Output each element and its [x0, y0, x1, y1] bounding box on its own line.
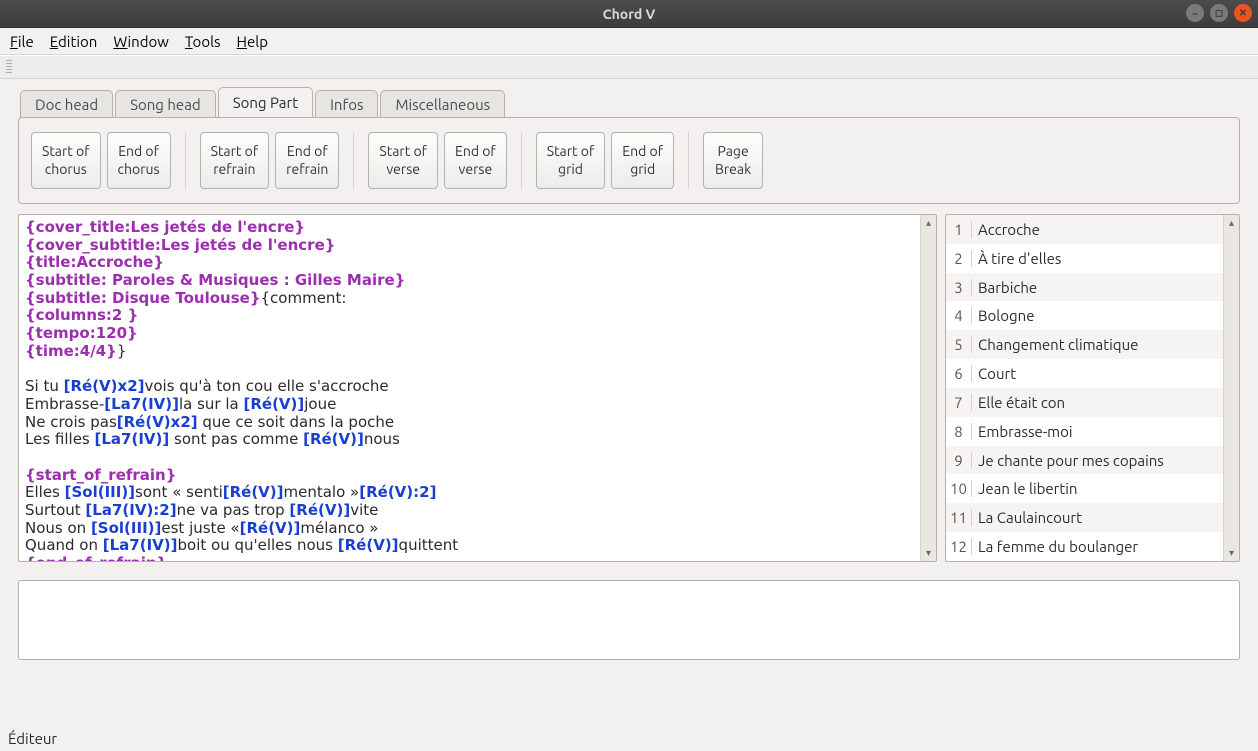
minimize-button[interactable]: – [1186, 4, 1204, 22]
menu-window[interactable]: Window [113, 33, 169, 50]
list-item[interactable]: 4Bologne [946, 301, 1223, 330]
editor-pane: {cover_title:Les jetés de l'encre} {cove… [18, 214, 937, 562]
list-item[interactable]: 11La Caulaincourt [946, 503, 1223, 532]
list-item[interactable]: 8Embrasse-moi [946, 417, 1223, 446]
end-of-refrain-button[interactable]: End of refrain [275, 132, 339, 189]
tab-miscellaneous[interactable]: Miscellaneous [380, 90, 505, 118]
page-break-button[interactable]: Page Break [703, 132, 763, 189]
list-item[interactable]: 10 Jean le libertin [946, 474, 1223, 503]
songlist-scrollbar[interactable]: ▴ ▾ [1223, 215, 1239, 561]
tab-doc-head[interactable]: Doc head [20, 90, 113, 118]
list-item[interactable]: 3Barbiche [946, 273, 1223, 302]
scroll-down-icon[interactable]: ▾ [1224, 545, 1239, 561]
list-item[interactable]: 1Accroche [946, 215, 1223, 244]
start-of-verse-button[interactable]: Start of verse [368, 132, 438, 189]
status-bar: Éditeur [0, 725, 1258, 751]
song-list[interactable]: 1Accroche 2À tire d'elles 3Barbiche 4Bol… [946, 215, 1223, 561]
tab-song-part[interactable]: Song Part [218, 87, 313, 117]
list-item[interactable]: 2À tire d'elles [946, 244, 1223, 273]
tabbar: Doc head Song head Song Part Infos Misce… [20, 89, 1240, 117]
end-of-chorus-button[interactable]: End of chorus [107, 132, 171, 189]
menu-file[interactable]: File [10, 33, 34, 50]
chordpro-editor[interactable]: {cover_title:Les jetés de l'encre} {cove… [19, 215, 920, 561]
close-button[interactable]: ✕ [1234, 4, 1252, 22]
editor-scrollbar[interactable]: ▴ ▾ [920, 215, 936, 561]
list-item[interactable]: 6Court [946, 359, 1223, 388]
window-titlebar: Chord V – ◻ ✕ [0, 0, 1258, 28]
tab-song-head[interactable]: Song head [115, 90, 216, 118]
tab-infos[interactable]: Infos [315, 90, 378, 118]
window-controls: – ◻ ✕ [1186, 4, 1252, 22]
start-of-grid-button[interactable]: Start of grid [536, 132, 606, 189]
scroll-down-icon[interactable]: ▾ [921, 545, 936, 561]
toolbar-strip [0, 55, 1258, 79]
menu-tools[interactable]: Tools [185, 33, 221, 50]
bottom-panel[interactable] [18, 580, 1240, 660]
start-of-refrain-button[interactable]: Start of refrain [200, 132, 270, 189]
end-of-grid-button[interactable]: End of grid [611, 132, 674, 189]
toolbar-handle-icon [6, 60, 12, 74]
window-title: Chord V [603, 6, 656, 22]
scroll-up-icon[interactable]: ▴ [1224, 215, 1239, 231]
status-text: Éditeur [8, 730, 57, 747]
end-of-verse-button[interactable]: End of verse [444, 132, 507, 189]
start-of-chorus-button[interactable]: Start of chorus [31, 132, 101, 189]
menubar: File Edition Window Tools Help [0, 28, 1258, 55]
list-item[interactable]: 9Je chante pour mes copains [946, 446, 1223, 475]
list-item[interactable]: 12La femme du boulanger [946, 532, 1223, 561]
maximize-button[interactable]: ◻ [1210, 4, 1228, 22]
menu-help[interactable]: Help [237, 33, 268, 50]
list-item[interactable]: 5Changement climatique [946, 330, 1223, 359]
menu-edition[interactable]: Edition [50, 33, 98, 50]
scroll-up-icon[interactable]: ▴ [921, 215, 936, 231]
tab-panel-song-part: Start of chorus End of chorus Start of r… [18, 117, 1240, 204]
list-item[interactable]: 7Elle était con [946, 388, 1223, 417]
song-list-pane: 1Accroche 2À tire d'elles 3Barbiche 4Bol… [945, 214, 1240, 562]
